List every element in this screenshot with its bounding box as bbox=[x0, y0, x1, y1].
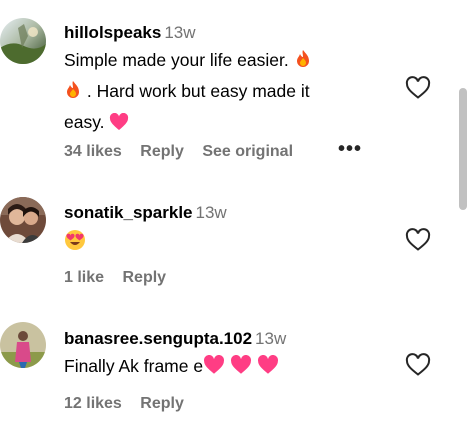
pink-heart-emoji bbox=[203, 354, 225, 383]
fire-emoji bbox=[64, 80, 82, 108]
comment-actions: 34 likes Reply See original bbox=[64, 143, 307, 161]
avatar[interactable] bbox=[0, 18, 46, 64]
scrollbar-track[interactable] bbox=[457, 0, 469, 423]
heart-outline-icon bbox=[405, 228, 431, 251]
username[interactable]: hillolspeaks bbox=[64, 23, 161, 42]
comment-text: Simple made your life easier. . Hard wor… bbox=[64, 46, 394, 139]
comment-header: hillolspeaks 13w bbox=[64, 22, 394, 44]
heart-outline-icon bbox=[405, 76, 431, 99]
avatar[interactable] bbox=[0, 197, 46, 243]
comment-text: Finally Ak frame e bbox=[64, 352, 394, 383]
comment-header: banasree.sengupta.102 13w bbox=[64, 328, 394, 350]
avatar-image bbox=[0, 322, 46, 368]
comment-actions: 12 likes Reply bbox=[64, 395, 198, 413]
avatar[interactable] bbox=[0, 322, 46, 368]
reply-button[interactable]: Reply bbox=[140, 395, 184, 412]
username[interactable]: sonatik_sparkle bbox=[64, 203, 193, 222]
more-options-icon[interactable]: ••• bbox=[338, 138, 362, 161]
like-button[interactable] bbox=[405, 76, 431, 100]
reply-button[interactable]: Reply bbox=[140, 143, 184, 160]
scrollbar-thumb[interactable] bbox=[459, 88, 467, 210]
pink-heart-emoji bbox=[230, 354, 252, 383]
likes-count[interactable]: 12 likes bbox=[64, 395, 122, 412]
comment-text-line: Finally Ak frame e bbox=[64, 356, 204, 376]
comment-text bbox=[64, 228, 394, 259]
timestamp[interactable]: 13w bbox=[196, 203, 227, 222]
see-original-button[interactable]: See original bbox=[202, 143, 293, 160]
pink-heart-emoji bbox=[109, 111, 129, 139]
reply-button[interactable]: Reply bbox=[122, 269, 166, 286]
heart-outline-icon bbox=[405, 353, 431, 376]
like-button[interactable] bbox=[405, 353, 431, 377]
comment-header: sonatik_sparkle 13w bbox=[64, 202, 394, 224]
comment-text-line: Simple made your life easier. bbox=[64, 50, 289, 70]
timestamp[interactable]: 13w bbox=[255, 329, 286, 348]
heart-eyes-emoji bbox=[64, 229, 86, 259]
likes-count[interactable]: 34 likes bbox=[64, 143, 122, 160]
comment-text-line: easy. bbox=[64, 112, 105, 132]
timestamp[interactable]: 13w bbox=[164, 23, 195, 42]
avatar-image bbox=[0, 18, 46, 64]
comment-actions: 1 like Reply bbox=[64, 269, 180, 287]
comment-text-line: . Hard work but easy made it bbox=[86, 81, 310, 101]
fire-emoji bbox=[294, 49, 312, 77]
like-button[interactable] bbox=[405, 228, 431, 252]
avatar-image bbox=[0, 197, 46, 243]
pink-heart-emoji bbox=[257, 354, 279, 383]
username[interactable]: banasree.sengupta.102 bbox=[64, 329, 252, 348]
likes-count[interactable]: 1 like bbox=[64, 269, 104, 286]
